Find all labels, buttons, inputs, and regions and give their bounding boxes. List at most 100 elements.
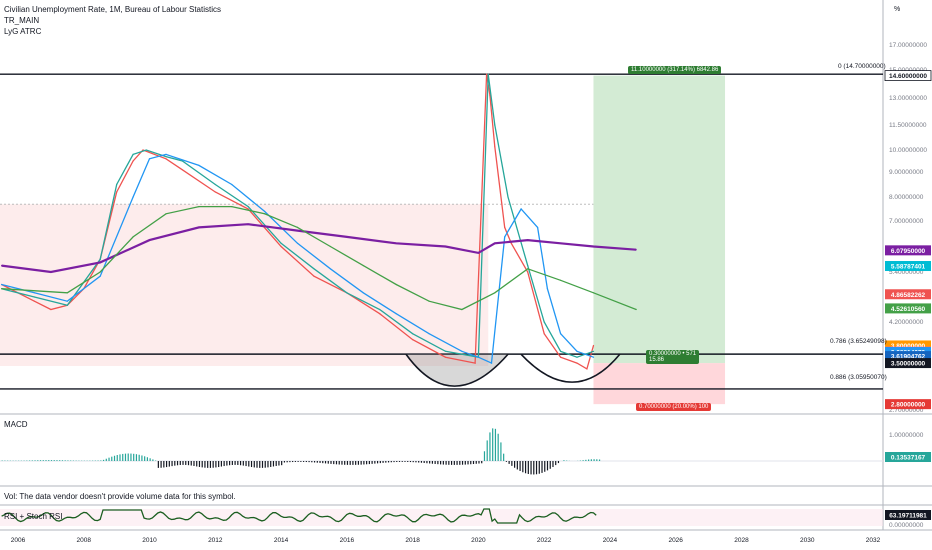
series-2-point-5 [148, 158, 151, 160]
macd-bar [461, 461, 464, 465]
x-tick-2012: 2012 [208, 537, 223, 544]
macd-bar [385, 461, 387, 463]
series-3-point-2 [99, 261, 101, 263]
macd-bar [464, 461, 466, 465]
series-2-point-17 [490, 362, 493, 364]
macd-bar [146, 457, 148, 461]
macd-bar [335, 461, 338, 465]
macd-bar [445, 461, 447, 465]
macd-bar [270, 461, 272, 467]
series-2-point-0 [1, 283, 3, 286]
macd-bar [165, 461, 168, 468]
macd-bar [212, 461, 214, 468]
macd-bar [475, 461, 477, 464]
macd-bar [530, 461, 532, 475]
series-4-point-18 [635, 308, 637, 311]
macd-bar [563, 460, 565, 461]
macd-bar [366, 461, 368, 465]
macd-bar [204, 461, 206, 468]
macd-bar [374, 461, 376, 464]
series-2-point-6 [165, 153, 167, 155]
macd-label[interactable]: MACD [4, 420, 28, 429]
macd-bar [300, 461, 302, 462]
macd-bar [401, 461, 403, 462]
macd-bar [250, 461, 253, 468]
unit-label: % [894, 6, 901, 13]
series-0-point-22 [494, 146, 496, 148]
indicator-lyg-atrc[interactable]: LyG ATRC [4, 27, 41, 37]
series-2-point-8 [231, 183, 233, 186]
series-1-point-1 [33, 296, 36, 298]
series-0-point-16 [379, 313, 381, 315]
macd-bar [193, 461, 195, 466]
macd-bar [535, 461, 538, 475]
macd-bar [494, 428, 497, 461]
macd-bar [256, 461, 258, 468]
macd-bar [456, 461, 458, 465]
series-2-point-4 [132, 196, 134, 198]
series-0-point-30 [592, 344, 595, 347]
macd-bar [555, 461, 557, 466]
macd-bar [423, 461, 425, 463]
volume-note: Vol: The data vendor doesn't provide vol… [4, 492, 236, 501]
macd-bar [220, 461, 222, 467]
macd-bar [163, 461, 165, 468]
y-tick-9: 4.20000000 [889, 319, 924, 326]
macd-bar [598, 459, 601, 461]
x-tick-2024: 2024 [603, 537, 618, 544]
price-tag-1: 6.07950000 [891, 248, 926, 255]
macd-bar [371, 461, 373, 464]
series-4-point-8 [296, 226, 299, 228]
macd-bar [450, 461, 453, 465]
macd-bar [201, 461, 203, 468]
indicator-tr-main[interactable]: TR_MAIN [4, 16, 39, 26]
macd-bar [442, 461, 444, 465]
macd-bar [327, 461, 329, 464]
series-3-point-3 [148, 239, 151, 241]
price-tag-3: 4.86582262 [891, 292, 926, 299]
macd-bar [122, 453, 124, 461]
macd-bar [135, 454, 138, 461]
y-tick-0: 17.00000000 [889, 42, 927, 49]
series-1-point-25 [592, 350, 595, 352]
macd-bar [511, 461, 513, 466]
macd-bar [248, 461, 250, 467]
macd-bar [500, 442, 502, 461]
macd-bar [39, 460, 42, 461]
macd-bar [313, 461, 316, 463]
macd-bar [48, 460, 50, 461]
macd-bar [357, 461, 360, 465]
macd-bar [472, 461, 475, 465]
macd-bar [470, 461, 472, 465]
macd-bar [149, 458, 151, 461]
macd-bar [130, 453, 132, 461]
macd-bar [218, 461, 220, 468]
series-1-point-23 [560, 350, 562, 352]
series-4-point-2 [99, 271, 101, 273]
series-2-point-21 [546, 288, 549, 290]
macd-bar [407, 461, 409, 462]
y-tick-7: 7.00000000 [889, 218, 924, 225]
series-1-point-14 [379, 308, 381, 311]
series-2-point-10 [296, 242, 299, 244]
macd-bar [297, 461, 299, 462]
series-4-point-0 [1, 288, 3, 290]
series-4-point-4 [165, 213, 167, 215]
macd-bar [549, 461, 551, 469]
macd-bar [467, 461, 469, 465]
macd-bar [133, 453, 135, 461]
macd-bar [533, 461, 535, 475]
series-0-point-29 [586, 368, 588, 370]
rsi-label[interactable]: RSI + Stoch RSI [4, 512, 62, 521]
macd-bar [396, 461, 398, 463]
chart-canvas[interactable]: 17.0000000015.0000000013.0000000011.5000… [0, 0, 932, 550]
macd-bar [187, 461, 190, 466]
macd-bar [486, 440, 488, 461]
macd-bar [497, 433, 499, 461]
x-tick-2028: 2028 [734, 537, 749, 544]
series-1-point-11 [280, 242, 282, 244]
macd-bar [409, 461, 412, 463]
macd-bar [333, 461, 335, 465]
x-tick-2020: 2020 [471, 537, 486, 544]
series-0-point-24 [510, 242, 512, 244]
